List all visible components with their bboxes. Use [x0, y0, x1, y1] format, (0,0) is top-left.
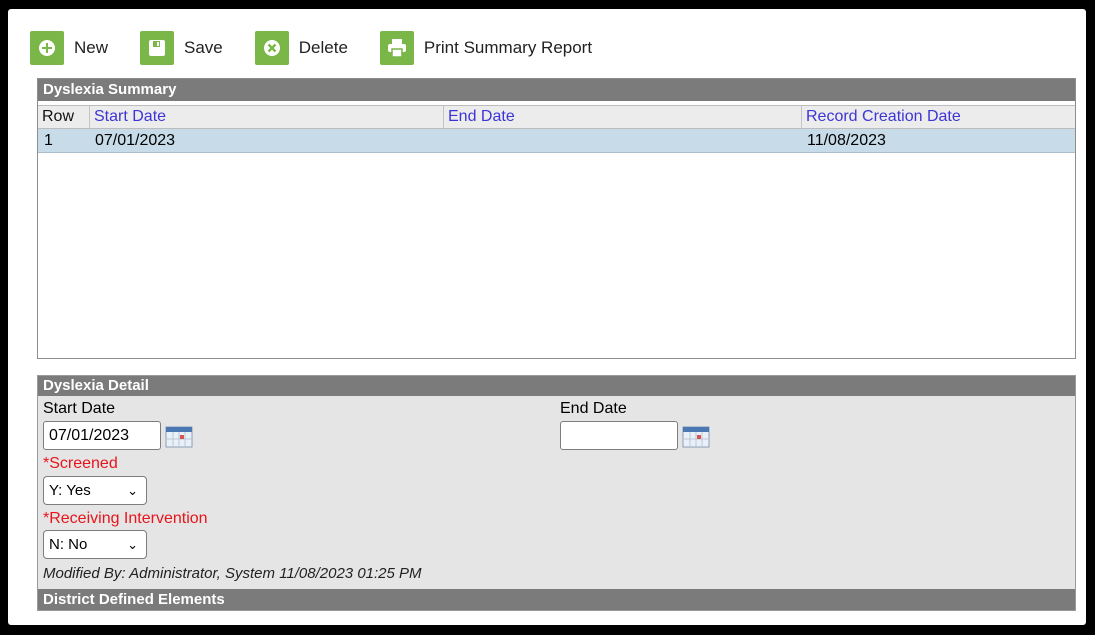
delete-button[interactable]: Delete	[254, 31, 348, 65]
table-row[interactable]: 1 07/01/2023 11/08/2023	[38, 129, 1075, 153]
start-date-calendar-icon[interactable]	[165, 426, 193, 448]
start-date-input[interactable]: 07/01/2023	[43, 421, 161, 450]
print-summary-report-button[interactable]: Print Summary Report	[379, 31, 593, 65]
new-label: New	[74, 38, 109, 57]
screened-select[interactable]: Y: Yes ⌄	[43, 476, 147, 505]
chevron-down-icon: ⌄	[127, 483, 138, 498]
end-date-calendar-icon[interactable]	[682, 426, 710, 448]
dyslexia-detail-header: Dyslexia Detail	[38, 376, 1075, 396]
printer-icon	[379, 31, 414, 65]
receiving-intervention-value: N: No	[49, 536, 88, 553]
delete-x-icon	[254, 31, 289, 65]
summary-grid-header: Row Start Date End Date Record Creation …	[38, 105, 1075, 129]
modified-by-text: Modified By: Administrator, System 11/08…	[43, 565, 422, 582]
row-record-creation-date: 11/08/2023	[807, 132, 886, 149]
dyslexia-detail-panel: Dyslexia Detail Start Date 07/01/2023 En…	[37, 375, 1076, 611]
start-date-label: Start Date	[43, 400, 116, 417]
toolbar: New Save Delete Print Summary Report	[30, 30, 624, 66]
screened-value: Y: Yes	[49, 482, 91, 499]
dyslexia-summary-header: Dyslexia Summary	[38, 79, 1075, 101]
delete-label: Delete	[298, 38, 348, 57]
row-start-date: 07/01/2023	[95, 132, 176, 149]
new-button[interactable]: New	[30, 31, 108, 65]
floppy-disk-icon	[140, 31, 175, 65]
column-header-end-date[interactable]: End Date	[444, 106, 802, 128]
column-header-row[interactable]: Row	[38, 106, 90, 128]
screened-label: *Screened	[43, 455, 118, 472]
end-date-label: End Date	[560, 400, 627, 417]
chevron-down-icon: ⌄	[127, 537, 138, 552]
receiving-intervention-label: *Receiving Intervention	[43, 510, 208, 527]
plus-icon	[30, 31, 64, 65]
save-label: Save	[184, 38, 223, 57]
end-date-input[interactable]	[560, 421, 678, 450]
row-number: 1	[44, 132, 53, 149]
receiving-intervention-select[interactable]: N: No ⌄	[43, 530, 147, 559]
column-header-record-creation-date[interactable]: Record Creation Date	[802, 106, 1075, 128]
save-button[interactable]: Save	[140, 31, 223, 65]
dyslexia-summary-panel: Dyslexia Summary Row Start Date End Date…	[37, 78, 1076, 359]
column-header-start-date[interactable]: Start Date	[90, 106, 444, 128]
district-defined-elements-header[interactable]: District Defined Elements	[38, 589, 1075, 610]
print-summary-report-label: Print Summary Report	[423, 38, 593, 57]
